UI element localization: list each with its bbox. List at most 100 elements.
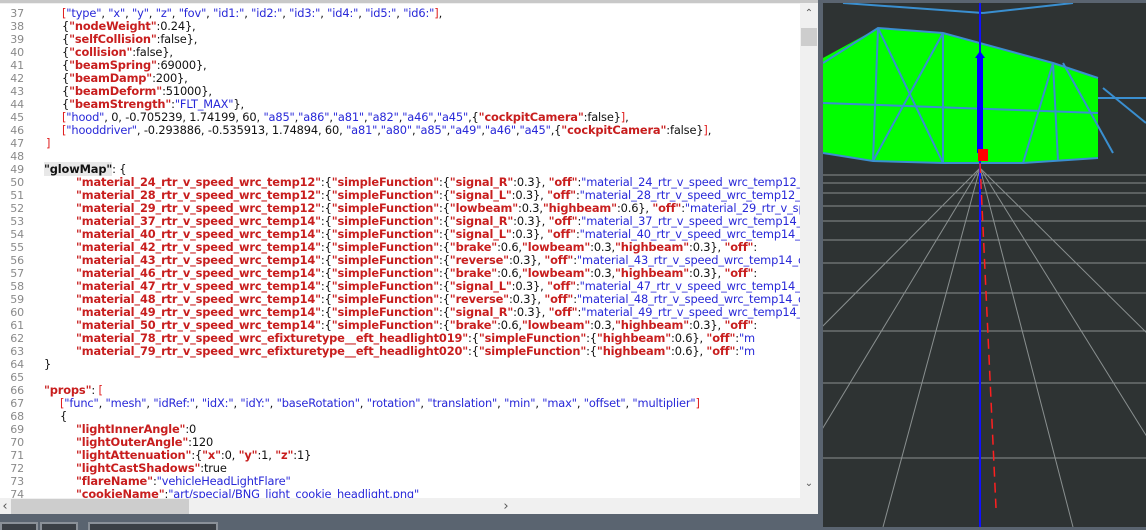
json-key: "simpleFunction" [331,214,439,228]
json-key: "beamSpring" [69,58,157,72]
json-punctuation: , [576,396,584,410]
json-punctuation: :0.3}, [511,227,548,241]
line-number: 62 [10,332,24,345]
code-area[interactable]: 37 ["type", "x", "y", "z", "fov", "id1:",… [0,4,800,498]
horizontal-scroll-thumb[interactable] [11,499,189,515]
json-key: "lightAttenuation" [76,448,192,462]
json-string: "material_40_rtr_v_speed_wrc_temp14_off" [579,227,800,241]
json-key: "signal_L" [449,227,512,241]
json-punctuation: :{ [439,240,450,254]
json-string: "mesh" [105,396,147,410]
json-punctuation: , [269,396,277,410]
json-key: "signal_L" [449,188,512,202]
json-punctuation: , [98,396,106,410]
json-key: "lowbeam" [521,266,591,280]
json-key: "material_50_rtr_v_speed_wrc_temp14" [76,318,321,332]
json-punctuation: :{ [439,318,450,332]
json-key: "highbeam" [614,318,690,332]
line-number: 38 [10,20,24,33]
json-punctuation: :0.3}, [511,279,548,293]
json-key: "props" [44,383,92,397]
json-punctuation: :{ [320,214,332,228]
json-key: "off" [706,331,736,345]
json-punctuation: :{ [320,175,332,189]
json-key: "off" [724,240,754,254]
line-number: 67 [10,397,24,410]
json-key: "material_79_rtr_v_speed_wrc_efixturetyp… [76,344,469,358]
json-punctuation: :{ [191,448,203,462]
line-number: 48 [10,150,24,163]
line-number: 50 [10,176,24,189]
json-string: "vehicleHeadLightFlare" [156,474,291,488]
json-key: "off" [547,279,576,293]
json-punctuation: ] [46,136,51,150]
json-punctuation: :{ [439,253,450,267]
json-string: "hood" [66,110,105,124]
vertical-scroll-thumb[interactable] [801,28,817,46]
line-number: 58 [10,280,24,293]
line-number: 41 [10,59,24,72]
line-number: 60 [10,306,24,319]
json-string: "a82" [367,110,399,124]
json-string: "a81" [346,123,378,137]
json-key: "simpleFunction" [331,305,439,319]
json-key: "off" [547,227,576,241]
json-punctuation: :0.3}, [511,188,548,202]
json-punctuation: :{ [439,214,450,228]
bottom-tab[interactable] [0,522,38,530]
json-punctuation: :{ [320,201,332,215]
json-string: "material_28_rtr_v_speed_wrc_temp12_off" [579,188,800,202]
bottom-tab[interactable] [88,522,218,530]
json-string: "x" [108,6,126,20]
json-punctuation: :{ [468,344,479,358]
json-key: "material_47_rtr_v_speed_wrc_temp14" [76,279,321,293]
json-punctuation: ,{ [468,110,479,124]
json-punctuation: :0.3, [590,318,615,332]
json-punctuation: :{ [320,318,332,332]
json-key: "material_49_rtr_v_speed_wrc_temp14" [76,305,321,319]
json-key: "simpleFunction" [331,279,439,293]
json-punctuation: :{ [439,279,450,293]
json-key: "lowbeam" [521,318,591,332]
json-key: "highbeam" [542,201,617,215]
json-key: "material_29_rtr_v_speed_wrc_temp12" [76,201,321,215]
code-editor[interactable]: 37 ["type", "x", "y", "z", "fov", "id1:",… [0,0,818,516]
json-string: "offset" [583,396,626,410]
json-string: "art/special/BNG_light_cookie_headlight.… [168,487,420,499]
json-string: "id1:" [213,6,245,20]
3d-viewport[interactable] [823,3,1146,527]
line-number: 73 [10,475,24,488]
scroll-up-icon[interactable]: ⌃ [800,8,818,19]
camera-ray [979,162,997,509]
json-string: "material_24_rtr_v_speed_wrc_temp12_off" [581,175,800,189]
json-key: "material_40_rtr_v_speed_wrc_temp14" [76,227,321,241]
json-punctuation: :{ [439,175,450,189]
json-punctuation: , [438,6,443,20]
json-key: "simpleFunction" [331,175,439,189]
json-punctuation: :0.3, [590,240,615,254]
json-string: "material_43_rtr_v_speed_wrc_temp14_off" [576,253,800,267]
json-key: "material_42_rtr_v_speed_wrc_temp14" [76,240,321,254]
bottom-tab[interactable] [40,522,78,530]
json-punctuation: :false}, [132,45,173,59]
scroll-down-icon[interactable]: ⌄ [800,478,818,489]
json-punctuation: :0.6}, [671,331,707,345]
json-key: "material_48_rtr_v_speed_wrc_temp14" [76,292,321,306]
json-string: "hooddriver" [66,123,137,137]
json-string: "a45" [436,110,469,124]
scroll-right-icon[interactable]: › [497,499,515,514]
json-punctuation: , [171,6,179,20]
line-number: 61 [10,319,24,332]
json-punctuation: :0.6}, [616,201,653,215]
json-punctuation: :false} [583,110,621,124]
json-key: "off" [724,318,754,332]
json-key: "flareName" [76,474,153,488]
json-punctuation: :{ [439,201,450,215]
json-punctuation: }, [233,97,244,111]
vertical-scrollbar[interactable]: ⌃ ⌄ [800,4,818,498]
json-string: "material_47_rtr_v_speed_wrc_temp14_off" [579,279,800,293]
line-number: 68 [10,410,24,423]
json-punctuation: :0.3}, [508,292,545,306]
line-number: 43 [10,85,24,98]
line-number: 37 [10,7,24,20]
